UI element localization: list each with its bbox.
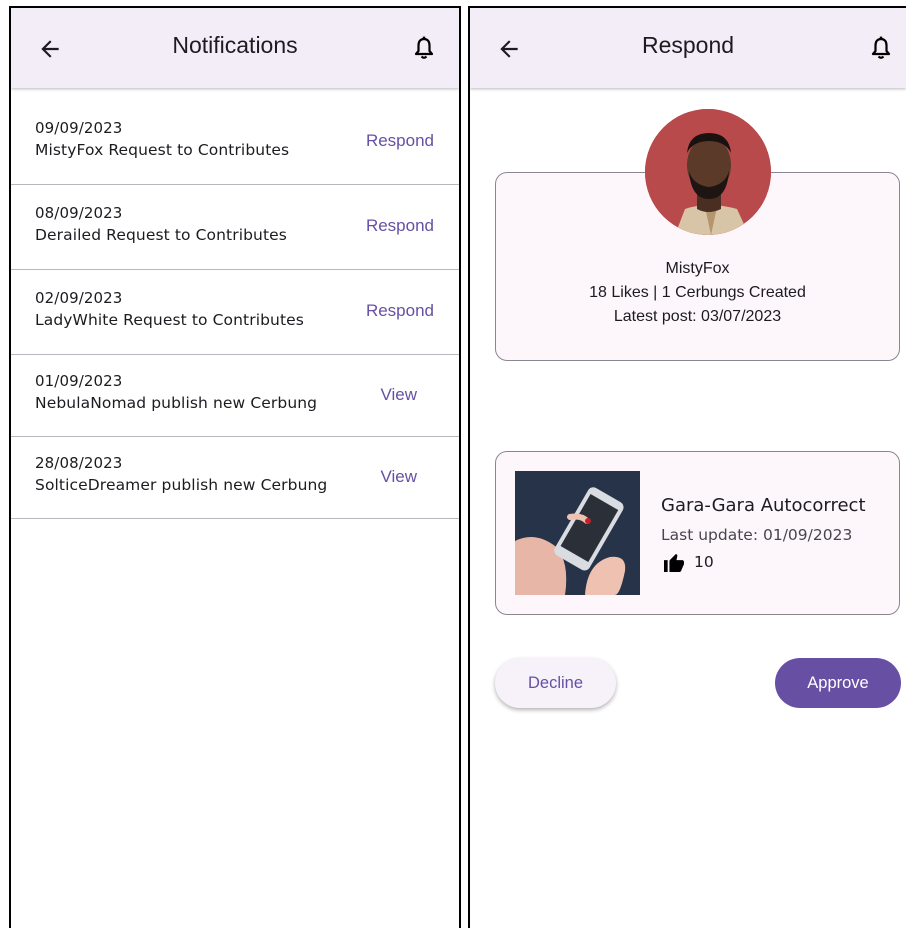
view-button[interactable]: View: [380, 385, 417, 405]
notification-item: 02/09/2023 LadyWhite Request to Contribu…: [11, 270, 459, 355]
app-bar: Notifications: [11, 8, 459, 88]
view-button[interactable]: View: [380, 467, 417, 487]
notification-date: 01/09/2023: [35, 372, 123, 390]
app-bar: Respond: [470, 8, 906, 88]
respond-button[interactable]: Respond: [366, 216, 434, 236]
notification-item: 28/08/2023 SolticeDreamer publish new Ce…: [11, 437, 459, 519]
story-last-update: Last update: 01/09/2023: [661, 526, 853, 544]
notification-date: 08/09/2023: [35, 204, 123, 222]
notification-item: 08/09/2023 Derailed Request to Contribut…: [11, 185, 459, 270]
notification-item: 09/09/2023 MistyFox Request to Contribut…: [11, 100, 459, 185]
notification-list: 09/09/2023 MistyFox Request to Contribut…: [11, 100, 459, 519]
respond-button[interactable]: Respond: [366, 301, 434, 321]
page-title: Respond: [641, 32, 735, 58]
respond-screen: Respond MistyFox 18 Likes | 1 Cerbungs C…: [468, 6, 906, 928]
notification-date: 02/09/2023: [35, 289, 123, 307]
avatar: [645, 109, 771, 235]
story-title: Gara-Gara Autocorrect: [661, 495, 866, 516]
profile-stats: 18 Likes | 1 Cerbungs Created: [589, 284, 806, 301]
notification-item: 01/09/2023 NebulaNomad publish new Cerbu…: [11, 355, 459, 437]
notification-message: Derailed Request to Contributes: [35, 226, 287, 244]
thumbs-up-icon: [664, 553, 684, 572]
notification-message: NebulaNomad publish new Cerbung: [35, 394, 318, 412]
notification-date: 09/09/2023: [35, 119, 123, 137]
story-card[interactable]: Gara-Gara Autocorrect Last update: 01/09…: [495, 451, 900, 615]
notification-message: MistyFox Request to Contributes: [35, 141, 290, 159]
profile-name: MistyFox: [665, 260, 730, 277]
approve-button[interactable]: Approve: [775, 658, 901, 708]
notification-message: SolticeDreamer publish new Cerbung: [35, 476, 328, 494]
notification-message: LadyWhite Request to Contributes: [35, 311, 304, 329]
likes-count: 10: [694, 553, 714, 571]
story-thumbnail: [515, 471, 640, 595]
decline-button[interactable]: Decline: [495, 658, 616, 708]
respond-button[interactable]: Respond: [366, 131, 434, 151]
notification-date: 28/08/2023: [35, 454, 123, 472]
story-likes: 10: [663, 552, 714, 572]
notifications-screen: Notifications 09/09/2023 MistyFox Reques…: [9, 6, 461, 928]
page-title: Notifications: [172, 32, 298, 58]
profile-latest-post: Latest post: 03/07/2023: [613, 308, 782, 325]
bell-icon[interactable]: [413, 36, 435, 60]
bell-icon[interactable]: [870, 36, 892, 60]
